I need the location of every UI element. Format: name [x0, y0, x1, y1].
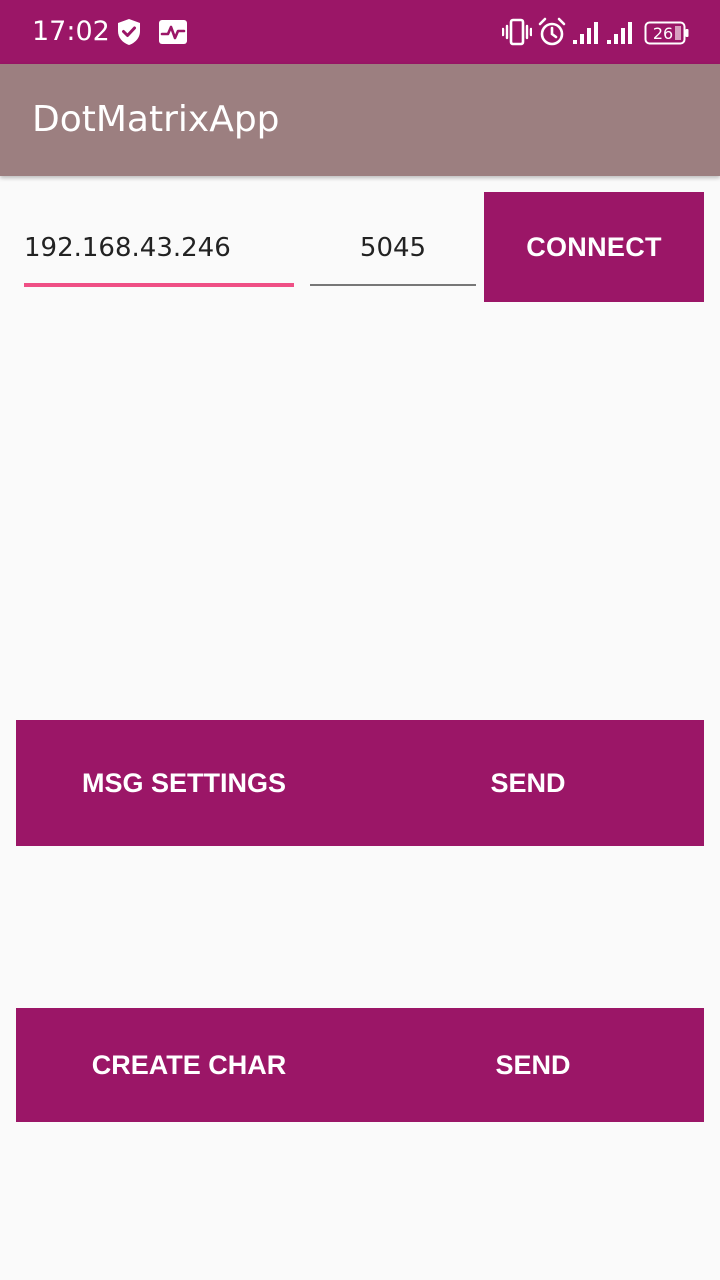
app-bar: DotMatrixApp [0, 64, 720, 176]
battery-level: 26 [653, 24, 673, 43]
ip-address-input[interactable] [24, 220, 294, 276]
vibrate-icon [502, 18, 532, 46]
send-char-button[interactable]: SEND [362, 1008, 704, 1122]
battery-icon: 26 [644, 20, 690, 46]
char-button-row: CREATE CHAR SEND [16, 1008, 704, 1122]
status-bar: 17:02 26 [0, 0, 720, 64]
shield-check-icon [116, 18, 142, 46]
msg-settings-button[interactable]: MSG SETTINGS [16, 720, 352, 846]
port-field-underline [310, 284, 476, 286]
message-button-row: MSG SETTINGS SEND [16, 720, 704, 846]
app-title: DotMatrixApp [32, 99, 280, 140]
alarm-icon [537, 17, 567, 47]
create-char-button[interactable]: CREATE CHAR [16, 1008, 362, 1122]
ip-address-field[interactable] [24, 220, 294, 276]
connect-button[interactable]: CONNECT [484, 192, 704, 302]
port-field[interactable] [310, 220, 476, 276]
signal-icon [572, 20, 602, 46]
signal-icon [606, 20, 636, 46]
status-time: 17:02 [32, 16, 110, 47]
port-input[interactable] [310, 220, 476, 276]
send-message-button[interactable]: SEND [368, 720, 688, 846]
ip-field-underline [24, 283, 294, 287]
activity-monitor-icon [158, 19, 188, 45]
